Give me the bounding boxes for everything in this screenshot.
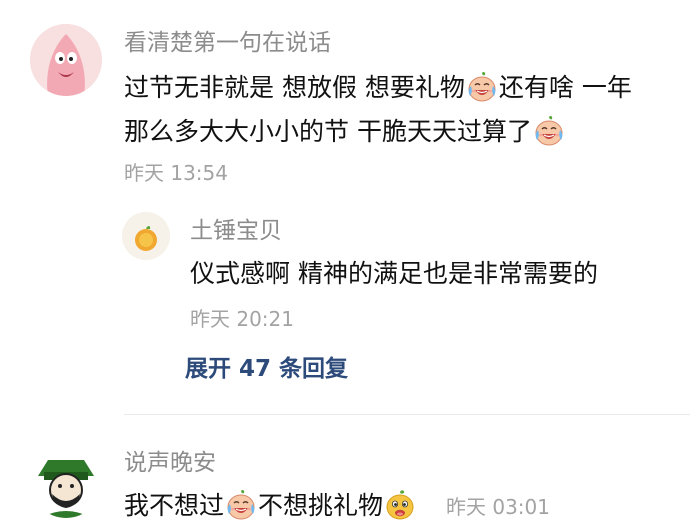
comment-2-text-part2: 不想挑礼物 bbox=[258, 491, 384, 520]
comment-1-text-part3: 那么多大大小小的节 干脆天天过算了 bbox=[124, 117, 532, 146]
crying-laughing-emoji-icon bbox=[225, 490, 257, 520]
expand-replies-button[interactable]: 展开 47 条回复 bbox=[185, 354, 348, 384]
reply-1-text: 仪式感啊 精神的满足也是非常需要的 bbox=[190, 259, 598, 288]
crying-laughing-emoji-icon bbox=[466, 72, 498, 102]
comment-2-timestamp: 昨天 03:01 bbox=[446, 495, 550, 519]
avatar-reply-1[interactable] bbox=[122, 212, 170, 260]
comment-2-text-part1: 我不想过 bbox=[124, 491, 225, 520]
commenter-2-username[interactable]: 说声晚安 bbox=[124, 448, 216, 478]
comment-2-text: 我不想过 不想挑礼物 bbox=[124, 484, 417, 528]
comment-1-timestamp: 昨天 13:54 bbox=[124, 161, 228, 185]
commenter-1-username[interactable]: 看清楚第一句在说话 bbox=[124, 28, 331, 58]
reply-1-timestamp: 昨天 20:21 bbox=[190, 307, 294, 331]
comment-divider bbox=[124, 414, 690, 415]
comment-1-text: 过节无非就是 想放假 想要礼物 还有啥 一年 bbox=[124, 66, 632, 110]
avatar-commenter-2[interactable] bbox=[30, 446, 102, 518]
reply-1-username[interactable]: 土锤宝贝 bbox=[190, 216, 282, 246]
mischievous-face-emoji-icon bbox=[384, 490, 416, 520]
avatar-commenter-1[interactable] bbox=[30, 24, 102, 96]
comment-1-text-line2: 那么多大大小小的节 干脆天天过算了 bbox=[124, 110, 566, 154]
comment-1-text-part1: 过节无非就是 想放假 想要礼物 bbox=[124, 73, 465, 102]
crying-laughing-emoji-icon bbox=[533, 116, 565, 146]
comment-1-text-part2: 还有啥 一年 bbox=[498, 73, 632, 102]
